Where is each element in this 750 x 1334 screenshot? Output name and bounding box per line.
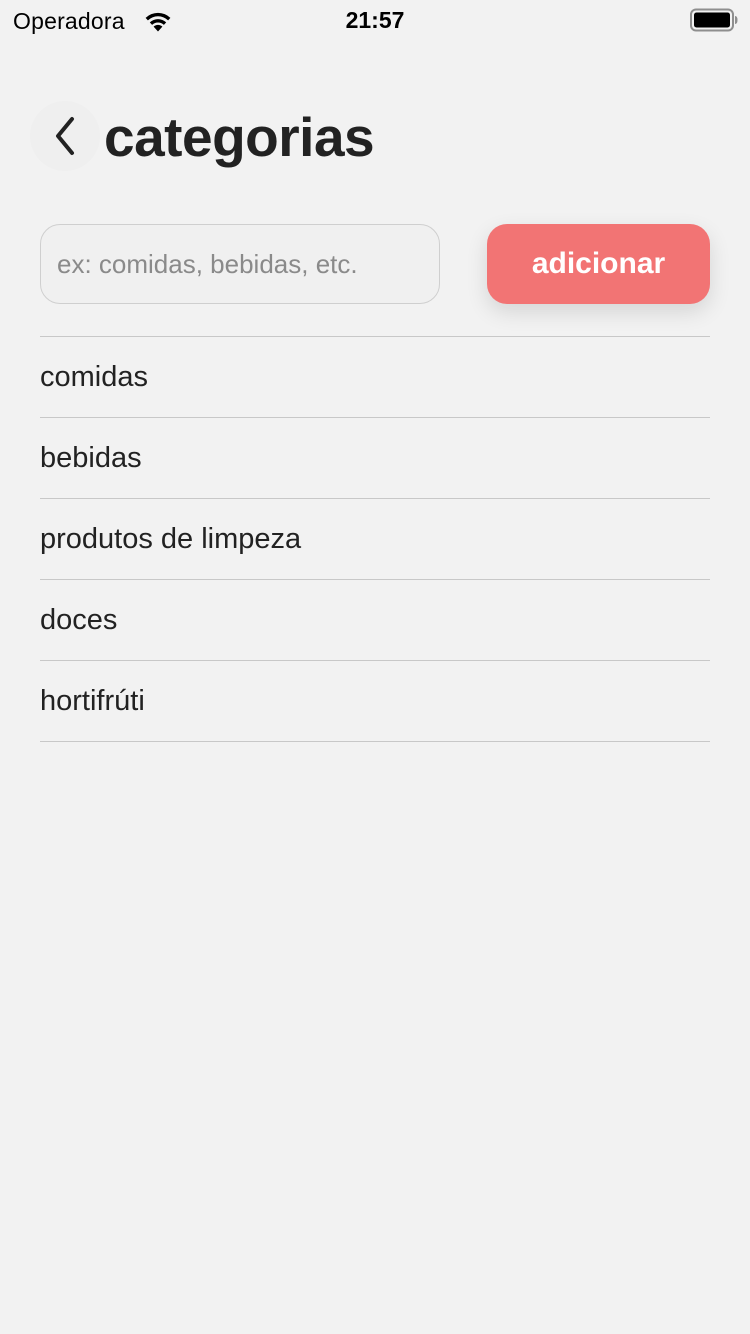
battery-icon [690,8,738,32]
page-title: categorias [104,106,375,168]
category-item[interactable]: bebidas [40,418,710,499]
category-name-input[interactable] [40,224,440,304]
header: categorias [0,95,750,185]
category-item[interactable]: doces [40,580,710,661]
category-item[interactable]: hortifrúti [40,661,710,742]
chevron-left-icon [56,117,74,155]
add-category-form: adicionar [40,224,710,304]
category-list: comidas bebidas produtos de limpeza doce… [40,336,710,742]
back-button[interactable] [30,101,100,171]
status-time: 21:57 [345,7,405,33]
add-category-button[interactable]: adicionar [487,224,710,304]
status-bar: Operadora 21:57 [0,0,750,40]
category-item[interactable]: produtos de limpeza [40,499,710,580]
category-item[interactable]: comidas [40,337,710,418]
